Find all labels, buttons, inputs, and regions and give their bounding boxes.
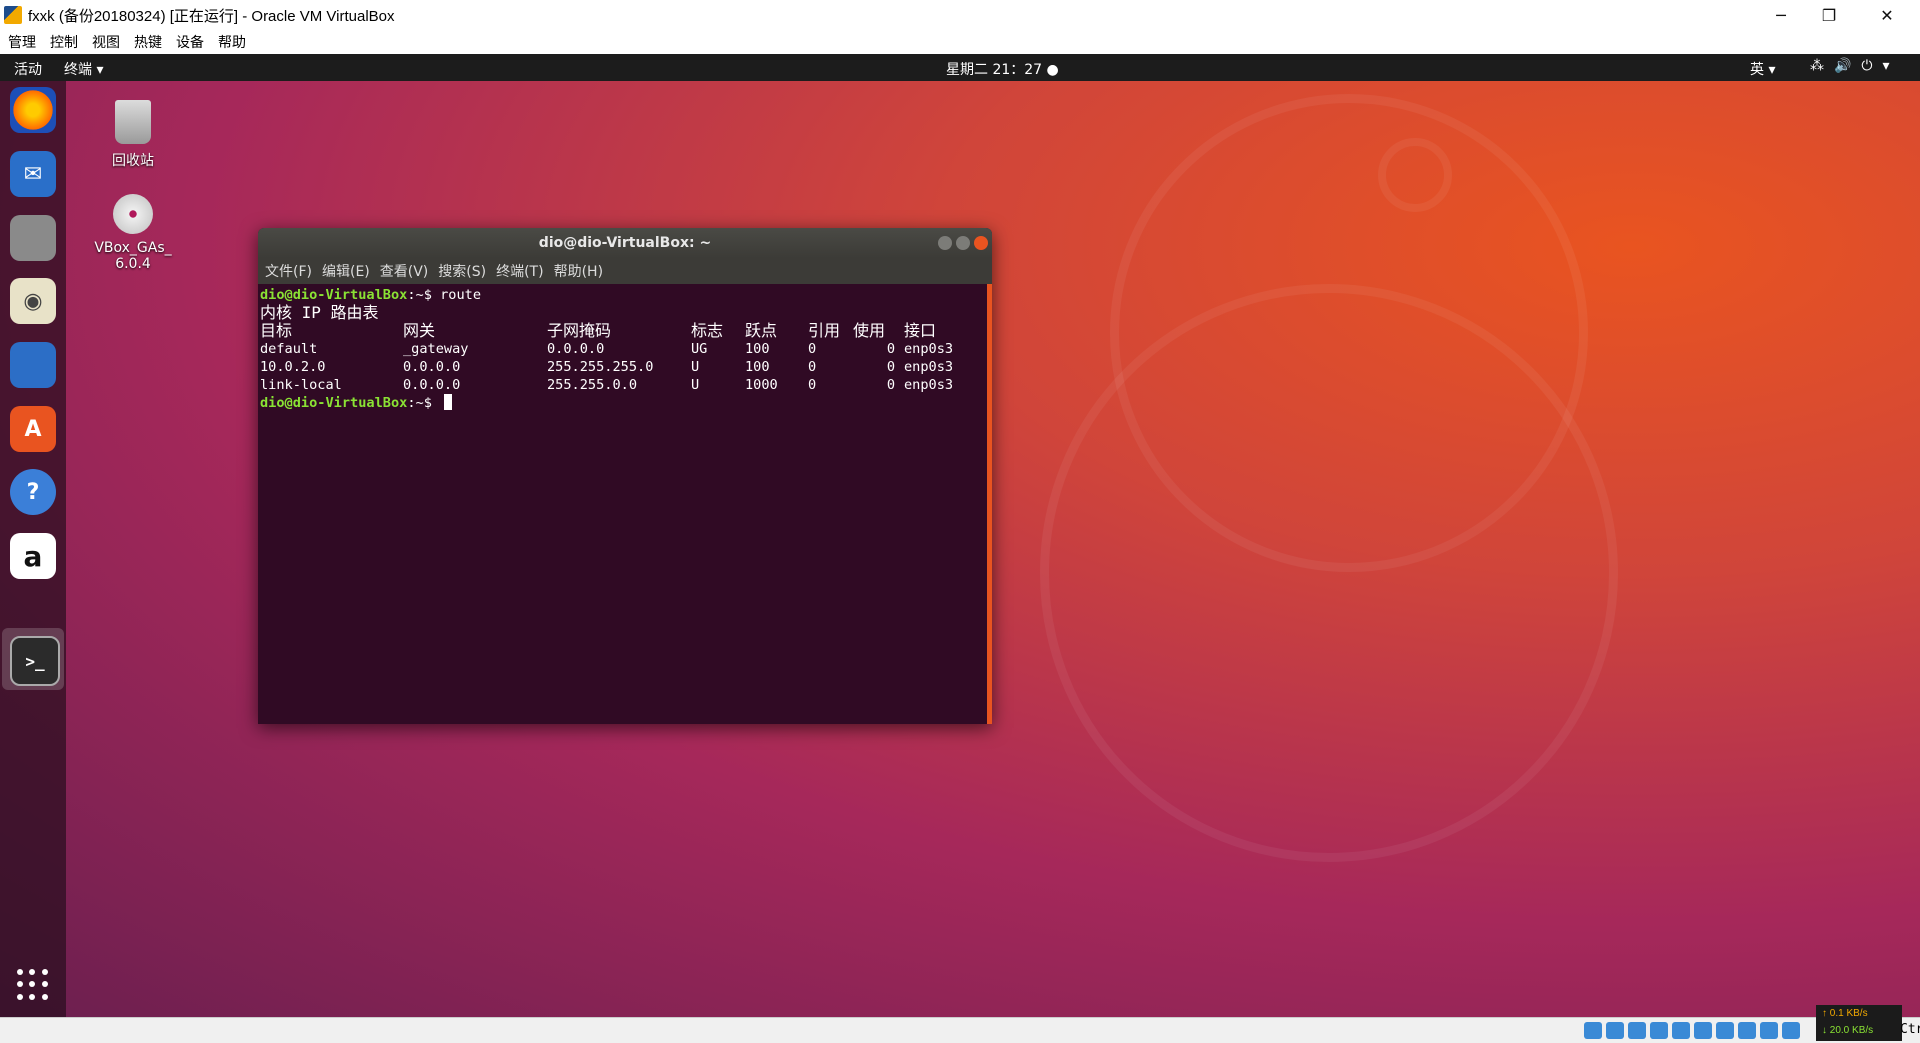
mouse-integration-icon[interactable] bbox=[1782, 1022, 1800, 1039]
clock[interactable]: 星期二 21：27 ● bbox=[946, 59, 1059, 79]
route-row: link-local 0.0.0.0 255.255.0.0 U 1000 0 0 enp0s… bbox=[260, 377, 954, 393]
host-key-label: Ctrl bbox=[1900, 1022, 1920, 1037]
terminal-menubar: 文件(F) 编辑(E) 查看(V) 搜索(S) 终端(T) 帮助(H) bbox=[258, 258, 992, 284]
menu-devices[interactable]: 设备 bbox=[176, 32, 204, 52]
audio-icon[interactable] bbox=[1628, 1022, 1646, 1039]
virtualbox-app-icon bbox=[4, 6, 22, 24]
route-table-heading: 内核 IP 路由表 bbox=[260, 303, 379, 322]
files-icon[interactable] bbox=[10, 215, 56, 261]
app-menu-terminal[interactable]: 终端 ▾ bbox=[64, 59, 103, 79]
activities-button[interactable]: 活动 bbox=[14, 59, 42, 79]
vt-icon[interactable] bbox=[1760, 1022, 1778, 1039]
terminal-icon[interactable]: >_ bbox=[10, 636, 60, 686]
network-speed-widget: ↑ 0.1 KB/s ↓ 20.0 KB/s bbox=[1816, 1005, 1902, 1041]
firefox-icon[interactable] bbox=[10, 87, 56, 133]
minimize-button[interactable]: ─ bbox=[1758, 0, 1804, 30]
menu-view[interactable]: 视图 bbox=[92, 32, 120, 52]
terminal-menu-terminal[interactable]: 终端(T) bbox=[496, 261, 543, 281]
terminal-menu-file[interactable]: 文件(F) bbox=[265, 261, 312, 281]
help-icon[interactable]: ? bbox=[10, 469, 56, 515]
amazon-icon[interactable]: a bbox=[10, 533, 56, 579]
restore-button[interactable]: ❐ bbox=[1806, 0, 1852, 30]
net-up-speed: ↑ 0.1 KB/s bbox=[1822, 1008, 1868, 1019]
text-cursor bbox=[444, 394, 453, 410]
guest-screen: 活动 终端 ▾ 星期二 21：27 ● 英 ▾ ⁂🔊⏻▾ ✉ ◉ A ? a >… bbox=[0, 54, 1920, 1017]
menu-hotkeys[interactable]: 热键 bbox=[134, 32, 162, 52]
usb-icon[interactable] bbox=[1672, 1022, 1690, 1039]
thunderbird-icon[interactable]: ✉ bbox=[10, 151, 56, 197]
terminal-menu-search[interactable]: 搜索(S) bbox=[438, 261, 486, 281]
show-applications-icon[interactable] bbox=[17, 969, 49, 1001]
writer-icon[interactable] bbox=[10, 342, 56, 388]
system-menu-icons[interactable]: ⁂🔊⏻▾ bbox=[1810, 58, 1900, 74]
shared-folders-icon[interactable] bbox=[1694, 1022, 1712, 1039]
vm-status-bar bbox=[0, 1017, 1920, 1043]
terminal-menu-help[interactable]: 帮助(H) bbox=[554, 261, 603, 281]
host-title-bar: fxxk (备份20180324) [正在运行] - Oracle VM Vir… bbox=[0, 0, 1920, 30]
terminal-close-button[interactable] bbox=[974, 236, 988, 250]
terminal-window: dio@dio-VirtualBox: ~ 文件(F) 编辑(E) 查看(V) … bbox=[258, 228, 992, 724]
disc-icon bbox=[113, 194, 153, 234]
prompt-user: dio@dio-VirtualBox bbox=[260, 395, 408, 411]
network-icon[interactable] bbox=[1650, 1022, 1668, 1039]
route-row: default _gateway 0.0.0.0 UG 100 0 0 enp0s3 bbox=[260, 341, 954, 357]
desktop-vbox-disc[interactable]: VBox_GAs_ 6.0.4 bbox=[88, 194, 178, 272]
terminal-menu-view[interactable]: 查看(V) bbox=[380, 261, 429, 281]
optical-drive-icon[interactable] bbox=[1606, 1022, 1624, 1039]
prompt-user: dio@dio-VirtualBox bbox=[260, 287, 408, 303]
input-method-indicator[interactable]: 英 ▾ bbox=[1750, 59, 1775, 79]
close-button[interactable]: ✕ bbox=[1864, 0, 1910, 30]
prompt-suffix: :~$ bbox=[407, 287, 441, 303]
dock: ✉ ◉ A ? a >_ bbox=[0, 81, 66, 1017]
net-down-speed: ↓ 20.0 KB/s bbox=[1822, 1025, 1874, 1036]
software-center-icon[interactable]: A bbox=[10, 406, 56, 452]
disc-label: VBox_GAs_ 6.0.4 bbox=[94, 240, 172, 272]
command-text: route bbox=[440, 287, 481, 303]
trash-label: 回收站 bbox=[112, 153, 154, 169]
desktop-trash[interactable]: 回收站 bbox=[88, 100, 178, 170]
route-table-header: 目标 网关 子网掩码 标志 跃点 引用 使用 接口 bbox=[260, 321, 937, 340]
hdd-icon[interactable] bbox=[1584, 1022, 1602, 1039]
route-row: 10.0.2.0 0.0.0.0 255.255.255.0 U 100 0 0 enp0s3 bbox=[260, 359, 954, 375]
menu-control[interactable]: 控制 bbox=[50, 32, 78, 52]
prompt-suffix: :~$ bbox=[407, 395, 441, 411]
menu-help[interactable]: 帮助 bbox=[218, 32, 246, 52]
rhythmbox-icon[interactable]: ◉ bbox=[10, 278, 56, 324]
terminal-title-bar[interactable]: dio@dio-VirtualBox: ~ bbox=[258, 228, 992, 258]
terminal-minimize-button[interactable] bbox=[938, 236, 952, 250]
window-title: fxxk (备份20180324) [正在运行] - Oracle VM Vir… bbox=[28, 8, 395, 25]
trash-icon bbox=[115, 100, 151, 144]
gnome-top-bar: 活动 终端 ▾ 星期二 21：27 ● 英 ▾ ⁂🔊⏻▾ bbox=[0, 54, 1920, 81]
terminal-maximize-button[interactable] bbox=[956, 236, 970, 250]
terminal-title: dio@dio-VirtualBox: ~ bbox=[538, 235, 712, 251]
terminal-menu-edit[interactable]: 编辑(E) bbox=[322, 261, 370, 281]
terminal-output[interactable]: dio@dio-VirtualBox:~$ route 内核 IP 路由表 目标… bbox=[258, 284, 987, 724]
wallpaper-circle bbox=[1378, 138, 1452, 212]
wallpaper-circle bbox=[1110, 94, 1588, 572]
display-icon[interactable] bbox=[1716, 1022, 1734, 1039]
recording-icon[interactable] bbox=[1738, 1022, 1756, 1039]
menu-manage[interactable]: 管理 bbox=[8, 32, 36, 52]
host-menubar: 管理 控制 视图 热键 设备 帮助 bbox=[0, 30, 1920, 54]
terminal-scrollbar[interactable] bbox=[987, 284, 992, 724]
vm-device-icons bbox=[1584, 1022, 1800, 1039]
